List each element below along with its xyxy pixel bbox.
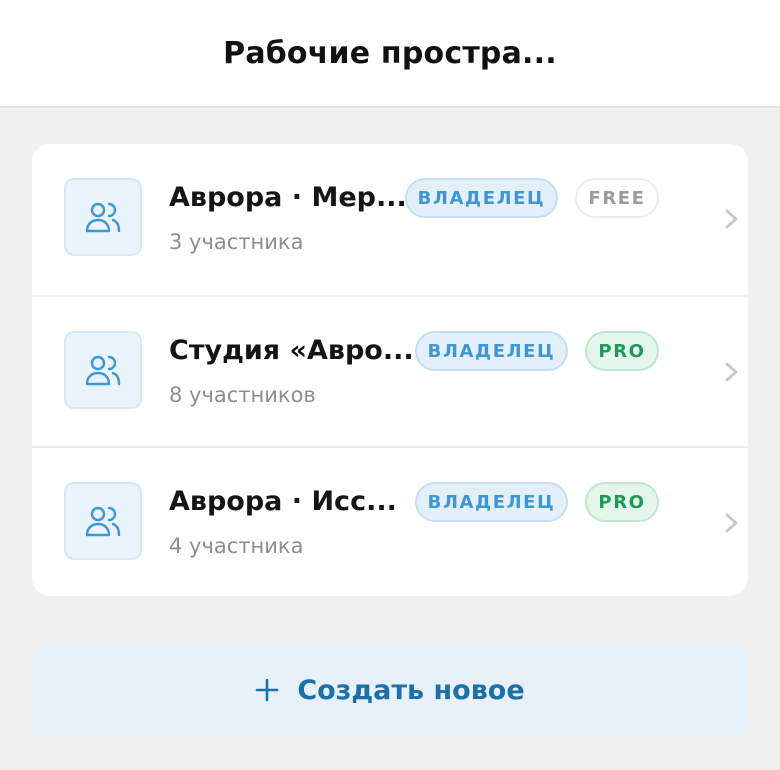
plan-badge: PRO bbox=[585, 331, 659, 371]
members-count: 3 участника bbox=[169, 230, 304, 254]
workspace-name: Аврора · Мер... bbox=[169, 182, 407, 213]
workspace-row[interactable]: Аврора · Исс... ВЛАДЕЛЕЦ PRO 4 участника bbox=[32, 446, 748, 596]
role-badge: ВЛАДЕЛЕЦ bbox=[415, 331, 568, 371]
page-title: Рабочие простра... bbox=[223, 35, 557, 71]
users-icon bbox=[64, 482, 142, 560]
chevron-right-icon bbox=[725, 209, 738, 229]
create-workspace-button[interactable]: Создать новое bbox=[32, 644, 748, 736]
workspace-name: Аврора · Исс... bbox=[169, 486, 397, 517]
workspace-list: Аврора · Мер... ВЛАДЕЛЕЦ FREE 3 участник… bbox=[32, 144, 748, 596]
plan-badge: FREE bbox=[575, 178, 659, 218]
plus-icon bbox=[256, 678, 279, 702]
workspace-row[interactable]: Студия «Авро... ВЛАДЕЛЕЦ PRO 8 участнико… bbox=[32, 295, 748, 446]
workspace-row[interactable]: Аврора · Мер... ВЛАДЕЛЕЦ FREE 3 участник… bbox=[32, 144, 748, 295]
users-icon bbox=[64, 178, 142, 256]
chevron-right-icon bbox=[725, 513, 738, 533]
role-badge: ВЛАДЕЛЕЦ bbox=[405, 178, 558, 218]
members-count: 8 участников bbox=[169, 383, 316, 407]
chevron-right-icon bbox=[725, 362, 738, 382]
plan-badge: PRO bbox=[585, 482, 659, 522]
users-icon bbox=[64, 331, 142, 409]
create-button-label: Создать новое bbox=[297, 674, 525, 706]
app-header: Рабочие простра... bbox=[0, 0, 780, 108]
workspace-name: Студия «Авро... bbox=[169, 335, 414, 366]
role-badge: ВЛАДЕЛЕЦ bbox=[415, 482, 568, 522]
members-count: 4 участника bbox=[169, 534, 304, 558]
